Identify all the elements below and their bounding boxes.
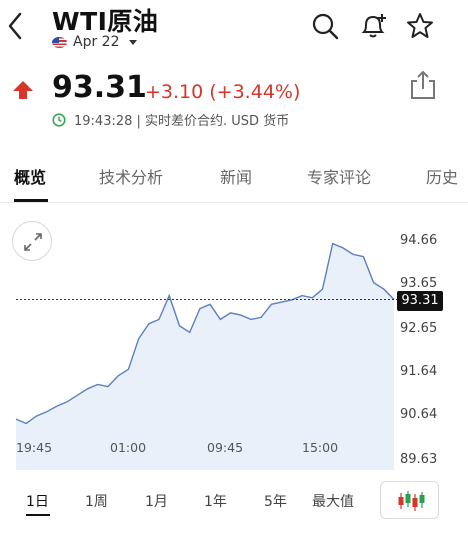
x-tick-label: 15:00: [302, 440, 339, 455]
date-label: Apr 22: [73, 34, 120, 50]
range-1m[interactable]: 1月: [145, 491, 168, 511]
app-header: WTI原油 Apr 22: [0, 0, 468, 58]
range-max[interactable]: 最大值: [312, 491, 354, 511]
x-tick-label: 01:00: [110, 440, 147, 455]
tab-overview[interactable]: 概览: [14, 164, 46, 188]
up-arrow-icon: [13, 81, 33, 99]
range-1d[interactable]: 1日: [26, 491, 49, 511]
y-tick-label: 89.63: [400, 452, 438, 467]
y-tick-label: 93.65: [400, 276, 438, 291]
y-tick-label: 91.64: [400, 364, 438, 379]
back-arrow-icon[interactable]: [4, 8, 28, 44]
range-1w[interactable]: 1周: [85, 491, 108, 511]
date-selector[interactable]: Apr 22: [52, 32, 138, 52]
search-icon[interactable]: [310, 11, 340, 41]
clock-icon: [52, 112, 66, 127]
expand-icon: [24, 233, 42, 251]
tab-technical-analysis[interactable]: 技术分析: [99, 164, 163, 188]
active-range-indicator: [26, 514, 50, 516]
quote-time-row: 19:43:28 | 实时差价合约. USD 货币: [52, 110, 289, 129]
price-chart[interactable]: [0, 205, 468, 470]
y-tick-label: 94.66: [400, 233, 438, 248]
star-icon[interactable]: [405, 11, 435, 41]
share-icon[interactable]: [410, 70, 436, 100]
tab-history[interactable]: 历史: [426, 164, 458, 188]
current-price-tag: 93.31: [397, 291, 443, 311]
active-tab-indicator: [14, 199, 48, 202]
range-1y[interactable]: 1年: [204, 491, 227, 511]
candlestick-icon: [398, 491, 425, 511]
x-tick-label: 19:45: [16, 440, 53, 455]
chevron-down-icon: [129, 39, 138, 45]
chart-area-fill: [16, 243, 394, 470]
x-tick-label: 09:45: [207, 440, 244, 455]
us-flag-icon: [52, 36, 67, 48]
section-tabs: 概览 技术分析 新闻 专家评论 历史: [0, 148, 468, 203]
candlestick-toggle-button[interactable]: [380, 481, 439, 519]
expand-chart-button[interactable]: [12, 221, 52, 261]
y-tick-label: 92.65: [400, 321, 438, 336]
price-change: +3.10 (+3.44%): [145, 81, 301, 103]
range-5y[interactable]: 5年: [264, 491, 287, 511]
quote-time-text: 19:43:28 | 实时差价合约. USD 货币: [74, 114, 290, 129]
tab-news[interactable]: 新闻: [220, 164, 252, 188]
y-tick-label: 90.64: [400, 407, 438, 422]
tab-expert-comments[interactable]: 专家评论: [307, 164, 371, 188]
last-price: 93.31: [52, 70, 147, 105]
add-alert-bell-icon[interactable]: [358, 11, 388, 41]
